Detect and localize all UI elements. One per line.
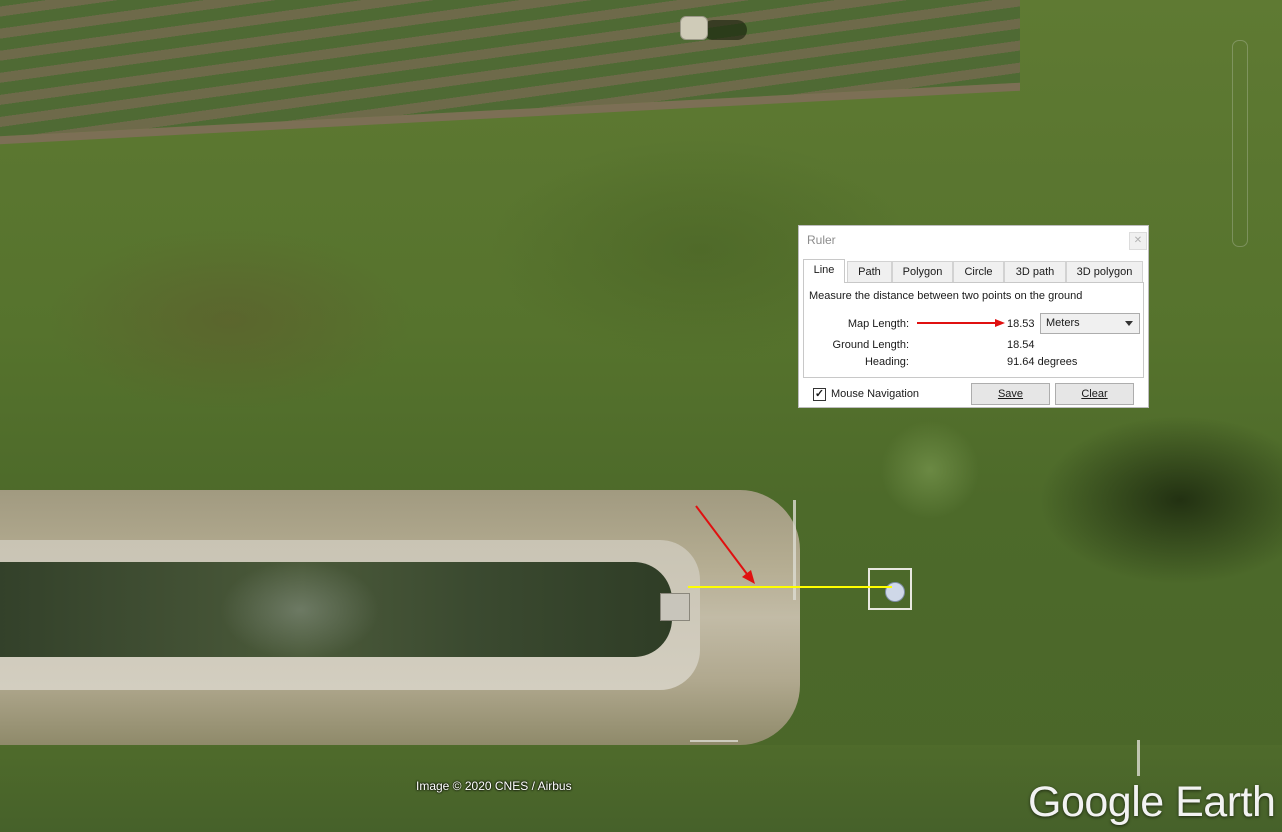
- ground-length-value: 18.54: [1007, 339, 1035, 351]
- ruler-tabs: Line Path Polygon Circle 3D path 3D poly…: [803, 259, 1144, 283]
- ruler-title: Ruler: [807, 233, 836, 247]
- ruler-description: Measure the distance between two points …: [809, 290, 1083, 302]
- tab-3d-path[interactable]: 3D path: [1004, 261, 1066, 282]
- tab-3d-polygon[interactable]: 3D polygon: [1066, 261, 1143, 282]
- ruler-dialog: Ruler ✕ Line Path Polygon Circle 3D path…: [798, 225, 1149, 408]
- chevron-down-icon: [1125, 321, 1133, 326]
- tab-line[interactable]: Line: [803, 259, 845, 283]
- map-length-label: Map Length:: [847, 318, 909, 330]
- tab-circle[interactable]: Circle: [953, 261, 1004, 282]
- annotation-arrow-line: [695, 505, 751, 579]
- unit-select-value: Meters: [1046, 317, 1080, 329]
- measure-overlay: [688, 505, 892, 588]
- unit-select[interactable]: Meters: [1040, 313, 1140, 334]
- heading-value: 91.64 degrees: [1007, 356, 1078, 368]
- heading-label: Heading:: [864, 356, 909, 368]
- tab-path[interactable]: Path: [847, 261, 892, 282]
- mouse-navigation-label[interactable]: Mouse Navigation: [831, 388, 919, 400]
- save-button[interactable]: Save: [971, 383, 1050, 405]
- close-icon[interactable]: ✕: [1129, 232, 1147, 250]
- mouse-navigation-checkbox[interactable]: ✓: [813, 388, 826, 401]
- clear-button[interactable]: Clear: [1055, 383, 1134, 405]
- annotation-arrow-icon: [917, 319, 1005, 327]
- map-length-value: 18.53: [1007, 318, 1035, 330]
- ground-length-label: Ground Length:: [832, 339, 909, 351]
- tab-polygon[interactable]: Polygon: [892, 261, 953, 282]
- satellite-map-view[interactable]: Image © 2020 CNES / Airbus Google Earth: [0, 0, 1282, 832]
- imagery-attribution: Image © 2020 CNES / Airbus: [416, 779, 572, 793]
- annotation-arrowhead: [742, 570, 755, 584]
- google-earth-logo: Google Earth: [1028, 778, 1276, 826]
- line-tab-panel: Measure the distance between two points …: [803, 282, 1144, 378]
